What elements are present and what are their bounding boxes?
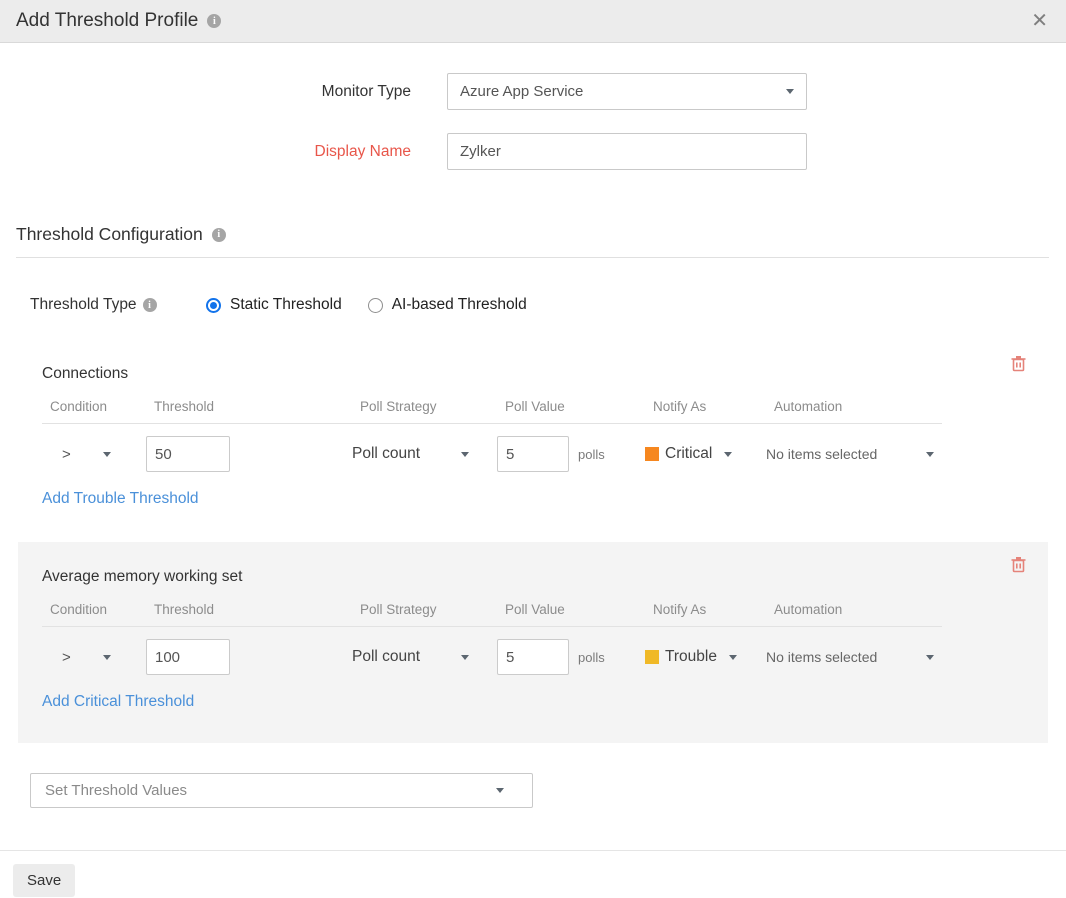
condition-value: > — [62, 649, 71, 666]
info-icon[interactable]: i — [207, 14, 221, 28]
threshold-row: > Poll count polls Trouble No items sele… — [42, 639, 942, 675]
info-icon[interactable]: i — [212, 228, 226, 242]
column-header: Automation — [766, 399, 942, 414]
table-header: Condition Threshold Poll Strategy Poll V… — [42, 602, 942, 627]
column-header: Poll Strategy — [352, 602, 497, 617]
threshold-type-row: Threshold Type i Static Threshold AI-bas… — [30, 296, 1066, 314]
divider — [16, 257, 1049, 258]
chevron-down-icon — [926, 655, 934, 660]
column-header: Notify As — [645, 399, 766, 414]
poll-value-input[interactable] — [497, 639, 569, 675]
monitor-type-select[interactable]: Azure App Service — [447, 73, 807, 110]
poll-value-cell: polls — [497, 436, 645, 472]
poll-unit-label: polls — [578, 650, 605, 665]
metric-title: Connections — [42, 365, 1024, 383]
save-button[interactable]: Save — [13, 864, 75, 897]
threshold-type-label: Threshold Type — [30, 296, 137, 314]
close-icon[interactable]: ✕ — [1031, 11, 1048, 31]
column-header: Threshold — [146, 399, 352, 414]
threshold-row: > Poll count polls Critical No items sel… — [42, 436, 942, 472]
automation-select[interactable]: No items selected — [766, 649, 942, 665]
threshold-type-options: Static Threshold AI-based Threshold — [206, 296, 527, 314]
display-name-input[interactable] — [460, 143, 794, 160]
chevron-down-icon — [786, 89, 794, 94]
severity-swatch — [645, 650, 659, 664]
poll-strategy-select[interactable]: Poll count — [352, 445, 497, 463]
set-threshold-values-select[interactable]: Set Threshold Values — [30, 773, 533, 808]
section-title: Threshold Configuration — [16, 224, 203, 245]
chevron-down-icon — [103, 655, 111, 660]
chevron-down-icon — [729, 655, 737, 660]
radio-label: Static Threshold — [230, 296, 342, 314]
condition-select[interactable]: > — [42, 649, 146, 666]
threshold-cell — [146, 639, 352, 675]
display-name-field — [447, 133, 807, 170]
set-threshold-values-label: Set Threshold Values — [45, 782, 187, 799]
monitor-type-row: Monitor Type Azure App Service — [0, 73, 1066, 110]
radio-unselected-icon — [368, 298, 383, 313]
poll-unit-label: polls — [578, 447, 605, 462]
notify-as-value: Trouble — [665, 648, 717, 666]
add-critical-threshold-link[interactable]: Add Critical Threshold — [42, 693, 194, 711]
threshold-input[interactable] — [146, 436, 230, 472]
poll-strategy-value: Poll count — [352, 445, 420, 463]
chevron-down-icon — [461, 452, 469, 457]
column-header: Poll Value — [497, 602, 645, 617]
column-header: Poll Strategy — [352, 399, 497, 414]
threshold-cell — [146, 436, 352, 472]
chevron-down-icon — [496, 788, 504, 793]
automation-select[interactable]: No items selected — [766, 446, 942, 462]
profile-form: Monitor Type Azure App Service Display N… — [0, 43, 1066, 170]
poll-value-cell: polls — [497, 639, 645, 675]
add-trouble-threshold-link[interactable]: Add Trouble Threshold — [42, 490, 199, 508]
automation-value: No items selected — [766, 446, 877, 462]
trash-icon[interactable] — [1011, 355, 1026, 377]
notify-as-select[interactable]: Critical — [645, 445, 766, 463]
column-header: Condition — [42, 399, 146, 414]
automation-value: No items selected — [766, 649, 877, 665]
column-header: Threshold — [146, 602, 352, 617]
column-header: Automation — [766, 602, 942, 617]
trash-icon[interactable] — [1011, 556, 1026, 578]
column-header: Notify As — [645, 602, 766, 617]
chevron-down-icon — [461, 655, 469, 660]
dialog-header: Add Threshold Profile i ✕ — [0, 0, 1066, 43]
display-name-row: Display Name — [0, 133, 1066, 170]
monitor-type-value: Azure App Service — [460, 83, 583, 100]
radio-label: AI-based Threshold — [392, 296, 527, 314]
poll-value-input[interactable] — [497, 436, 569, 472]
column-header: Condition — [42, 602, 146, 617]
page-title: Add Threshold Profile — [16, 10, 198, 32]
threshold-configuration-header: Threshold Configuration i — [16, 224, 1049, 245]
chevron-down-icon — [724, 452, 732, 457]
notify-as-value: Critical — [665, 445, 712, 463]
table-header: Condition Threshold Poll Strategy Poll V… — [42, 399, 942, 424]
threshold-section-memory: Average memory working set Condition Thr… — [18, 542, 1048, 743]
metric-title: Average memory working set — [42, 568, 1024, 586]
severity-swatch — [645, 447, 659, 461]
radio-selected-icon — [206, 298, 221, 313]
threshold-input[interactable] — [146, 639, 230, 675]
threshold-type-label-wrap: Threshold Type i — [30, 296, 206, 314]
chevron-down-icon — [103, 452, 111, 457]
info-icon[interactable]: i — [143, 298, 157, 312]
condition-select[interactable]: > — [42, 446, 146, 463]
poll-strategy-value: Poll count — [352, 648, 420, 666]
poll-strategy-select[interactable]: Poll count — [352, 648, 497, 666]
divider — [0, 850, 1066, 851]
display-name-label: Display Name — [0, 143, 411, 161]
threshold-section-connections: Connections Condition Threshold Poll Str… — [18, 349, 1048, 534]
radio-static-threshold[interactable]: Static Threshold — [206, 296, 342, 314]
notify-as-select[interactable]: Trouble — [645, 648, 766, 666]
chevron-down-icon — [926, 452, 934, 457]
column-header: Poll Value — [497, 399, 645, 414]
radio-ai-based-threshold[interactable]: AI-based Threshold — [368, 296, 527, 314]
condition-value: > — [62, 446, 71, 463]
monitor-type-label: Monitor Type — [0, 83, 411, 101]
